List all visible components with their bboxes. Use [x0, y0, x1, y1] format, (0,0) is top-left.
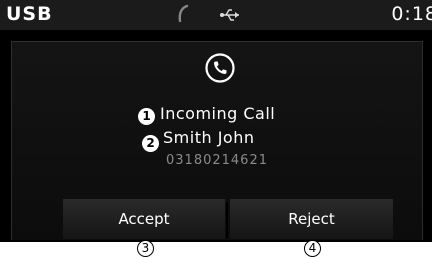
- phone-icon: [178, 4, 189, 23]
- usb-icon: [220, 9, 239, 21]
- callout-marker-3: 3: [137, 240, 154, 257]
- reject-button[interactable]: Reject: [230, 199, 393, 239]
- phone-call-icon: [205, 53, 235, 83]
- callout-marker-2: 2: [142, 135, 159, 152]
- caller-name: Smith John: [163, 128, 255, 147]
- status-bar: USB 0:18: [0, 0, 432, 30]
- callout-marker-1: 1: [138, 108, 155, 125]
- incoming-call-screen: USB 0:18 1 Incoming Call 2 Smith John 03…: [0, 0, 432, 242]
- accept-button[interactable]: Accept: [63, 199, 225, 239]
- caller-number: 03180214621: [166, 153, 268, 168]
- callout-marker-4: 4: [304, 240, 321, 257]
- clock: 0:18: [391, 3, 432, 25]
- source-label: USB: [6, 3, 53, 25]
- call-title: Incoming Call: [160, 104, 276, 123]
- button-divider: [226, 202, 228, 238]
